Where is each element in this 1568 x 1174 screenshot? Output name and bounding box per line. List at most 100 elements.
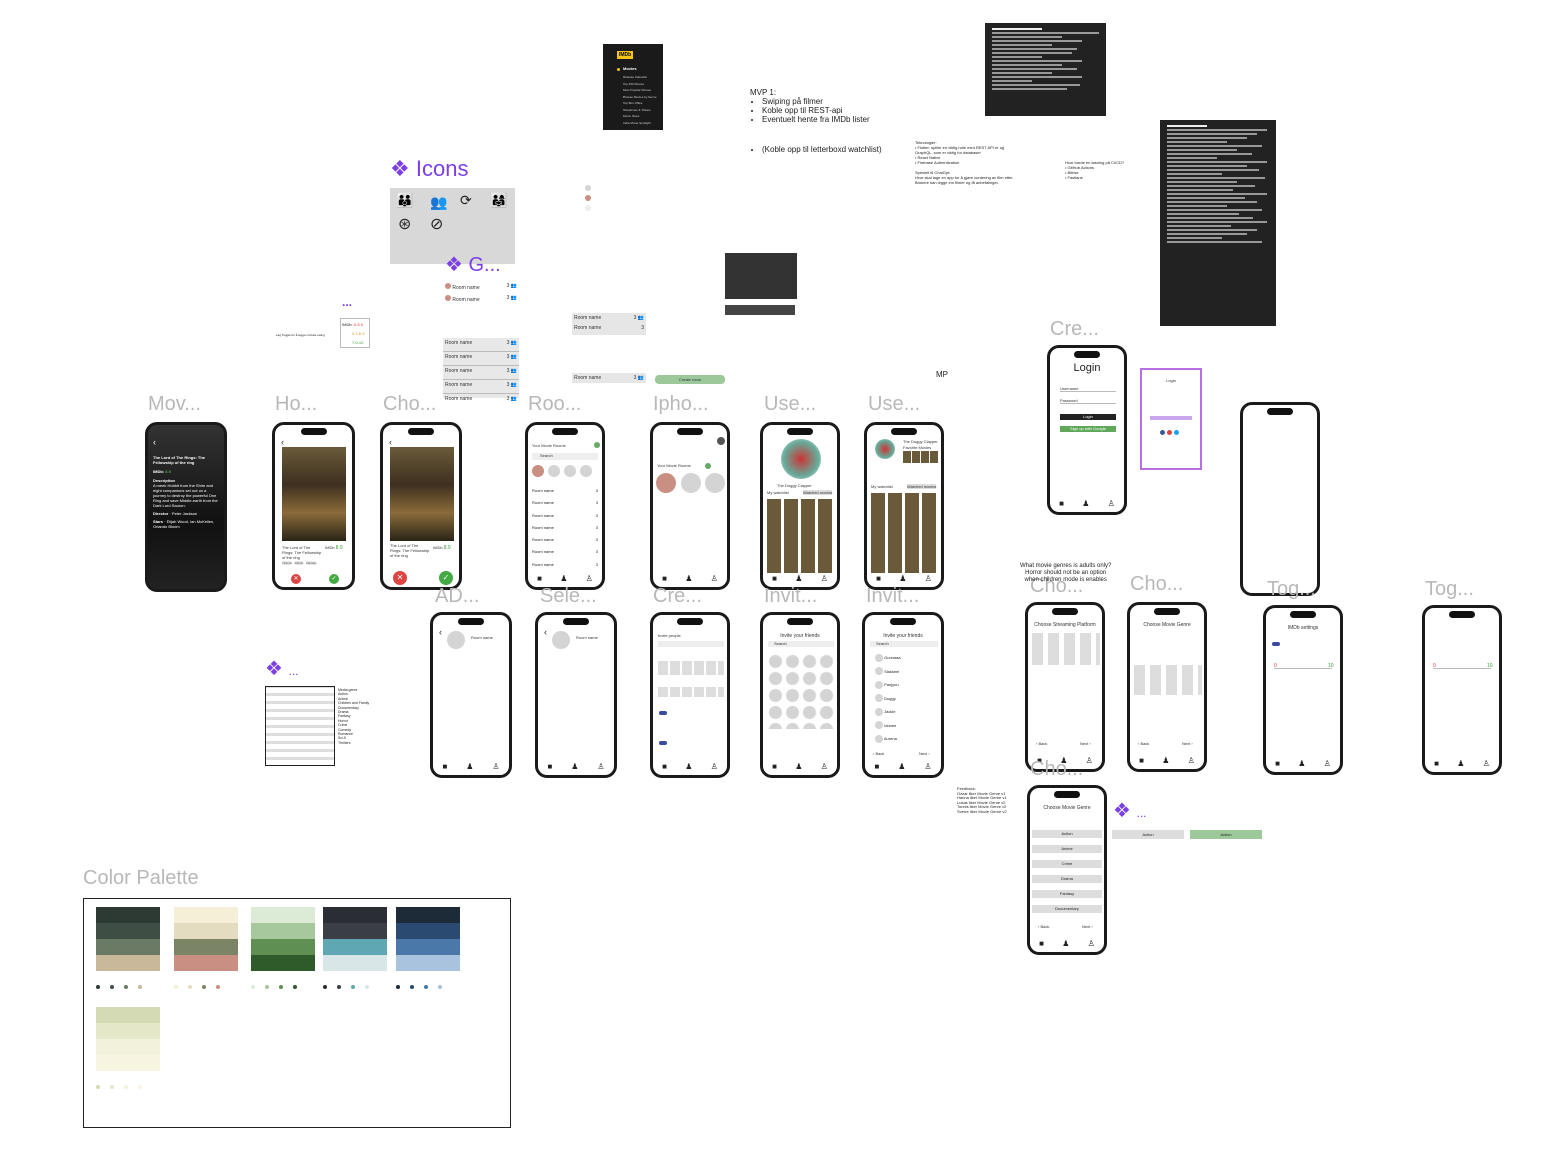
movie-poster[interactable] xyxy=(390,447,454,541)
search-input[interactable]: Search xyxy=(768,641,834,647)
group-tab-icon[interactable]: ♟ xyxy=(466,762,473,771)
google-signup-button[interactable]: Sign up with Google xyxy=(1060,426,1116,432)
add-room-button[interactable] xyxy=(594,442,600,448)
genre-item[interactable]: Crime xyxy=(1032,860,1102,868)
dislike-button[interactable]: ✕ xyxy=(393,571,407,585)
dislike-button[interactable]: ✕ xyxy=(291,574,301,584)
friend-item[interactable]: Gunnaaa xyxy=(875,651,901,665)
group-tab-icon[interactable]: ♟ xyxy=(571,762,578,771)
movie-tab-icon[interactable]: ■ xyxy=(1434,759,1439,768)
profile-tab-icon[interactable]: ♙ xyxy=(1108,499,1115,508)
back-icon[interactable]: ‹ xyxy=(544,627,547,637)
group-tab-icon[interactable]: ♟ xyxy=(1062,939,1069,948)
profile-tab-icon[interactable]: ♙ xyxy=(1086,756,1093,765)
room-item[interactable]: Room name 3 xyxy=(532,497,598,509)
group-tab-icon[interactable]: ♟ xyxy=(685,762,692,771)
genre-item[interactable]: Action xyxy=(1032,830,1102,838)
login-button[interactable]: Login xyxy=(1060,414,1116,420)
group-tab-icon[interactable]: ♟ xyxy=(1457,759,1464,768)
room-item[interactable]: Room name 3 xyxy=(532,510,598,522)
room-item[interactable]: Room name 3 xyxy=(532,534,598,546)
group-tab-icon[interactable]: ♟ xyxy=(1082,499,1089,508)
tab-watchlist[interactable]: My watchlist xyxy=(871,484,893,489)
back-icon[interactable]: ‹ xyxy=(389,437,392,447)
like-button[interactable]: ✓ xyxy=(329,574,339,584)
room-item[interactable]: Room name 3 xyxy=(532,559,598,571)
movie-tab-icon[interactable]: ■ xyxy=(874,762,879,771)
group-tab-icon[interactable]: ♟ xyxy=(1162,756,1169,765)
friend-item[interactable]: Slakkeel xyxy=(875,665,901,679)
genre-item[interactable]: Drama xyxy=(1032,875,1102,883)
next-button[interactable]: Next › xyxy=(1080,741,1091,746)
profile-tab-icon[interactable]: ♙ xyxy=(1188,756,1195,765)
movie-tab-icon[interactable]: ■ xyxy=(442,762,447,771)
next-button[interactable]: Next › xyxy=(1182,741,1193,746)
group-tab-icon[interactable]: ♟ xyxy=(899,574,906,583)
back-icon[interactable]: ‹ xyxy=(281,437,284,447)
back-button[interactable]: ‹ Back xyxy=(1036,741,1047,746)
group-tab-icon[interactable]: ♟ xyxy=(898,762,905,771)
movie-tab-icon[interactable]: ■ xyxy=(662,574,667,583)
tab-watched[interactable]: Watched movies xyxy=(907,484,937,489)
create-room-button[interactable]: Create room xyxy=(655,375,725,384)
action-button-default[interactable]: Action xyxy=(1112,830,1184,839)
friend-item[interactable]: Panjyuu xyxy=(875,678,901,692)
movie-poster[interactable] xyxy=(282,447,346,541)
profile-tab-icon[interactable]: ♙ xyxy=(597,762,604,771)
search-input[interactable]: Search xyxy=(870,641,938,647)
search-input[interactable] xyxy=(658,641,724,647)
genre-item[interactable]: Fantasy xyxy=(1032,890,1102,898)
movie-tab-icon[interactable]: ■ xyxy=(537,574,542,583)
room-item[interactable]: Room name 3 xyxy=(532,485,598,497)
movie-tab-icon[interactable]: ■ xyxy=(1139,756,1144,765)
movie-tab-icon[interactable]: ■ xyxy=(876,574,881,583)
back-button[interactable]: ‹ Back xyxy=(1138,741,1149,746)
friend-item[interactable]: Aurena xyxy=(875,732,901,746)
like-button[interactable]: ✓ xyxy=(439,571,453,585)
group-tab-icon[interactable]: ♟ xyxy=(560,574,567,583)
profile-tab-icon[interactable]: ♙ xyxy=(711,762,718,771)
movie-tab-icon[interactable]: ■ xyxy=(772,762,777,771)
search-input[interactable]: Search xyxy=(532,453,598,460)
back-button[interactable]: ‹ Back xyxy=(1038,924,1049,929)
back-button[interactable]: ‹ Back xyxy=(873,751,884,756)
genre-item[interactable]: Documentary xyxy=(1032,905,1102,913)
room-item[interactable]: Room name 3 xyxy=(532,522,598,534)
action-button-selected[interactable]: Action xyxy=(1190,830,1262,839)
back-icon[interactable]: ‹ xyxy=(153,437,156,447)
movie-tab-icon[interactable]: ■ xyxy=(662,762,667,771)
profile-tab-icon[interactable]: ♙ xyxy=(1088,939,1095,948)
profile-tab-icon[interactable]: ♙ xyxy=(586,574,593,583)
next-button[interactable]: Next › xyxy=(1082,924,1093,929)
movie-tab-icon[interactable]: ■ xyxy=(1275,759,1280,768)
friend-item[interactable]: Jackie xyxy=(875,705,901,719)
genre-item[interactable]: Anime xyxy=(1032,845,1102,853)
group-tab-icon[interactable]: ♟ xyxy=(795,762,802,771)
profile-tab-icon[interactable]: ♙ xyxy=(924,762,931,771)
profile-tab-icon[interactable]: ♙ xyxy=(925,574,932,583)
movie-tab-icon[interactable]: ■ xyxy=(547,762,552,771)
group-tab-icon[interactable]: ♟ xyxy=(685,574,692,583)
avatar[interactable] xyxy=(717,437,725,445)
back-icon[interactable]: ‹ xyxy=(439,627,442,637)
tab-watchlist[interactable]: My watchlist xyxy=(767,490,789,495)
password-input[interactable]: Password xyxy=(1060,398,1116,404)
friend-item[interactable]: Idunee xyxy=(875,719,901,733)
next-button[interactable]: Next › xyxy=(919,751,930,756)
movie-tab-icon[interactable]: ■ xyxy=(1039,939,1044,948)
profile-tab-icon[interactable]: ♙ xyxy=(821,574,828,583)
friend-item[interactable]: Duggy xyxy=(875,692,901,706)
tab-watched[interactable]: Watched movies xyxy=(803,490,833,495)
username-input[interactable]: Username xyxy=(1060,386,1116,392)
room-item[interactable]: Room name 3 xyxy=(532,546,598,558)
movie-tab-icon[interactable]: ■ xyxy=(1059,499,1064,508)
profile-tab-icon[interactable]: ♙ xyxy=(1483,759,1490,768)
movie-tab-icon[interactable]: ■ xyxy=(772,574,777,583)
group-tab-icon[interactable]: ♟ xyxy=(1298,759,1305,768)
profile-tab-icon[interactable]: ♙ xyxy=(492,762,499,771)
profile-tab-icon[interactable]: ♙ xyxy=(821,762,828,771)
profile-tab-icon[interactable]: ♙ xyxy=(1324,759,1331,768)
profile-tab-icon[interactable]: ♙ xyxy=(711,574,718,583)
imdb-menu-item[interactable]: India Movie Spotlight xyxy=(623,120,657,127)
group-tab-icon[interactable]: ♟ xyxy=(795,574,802,583)
